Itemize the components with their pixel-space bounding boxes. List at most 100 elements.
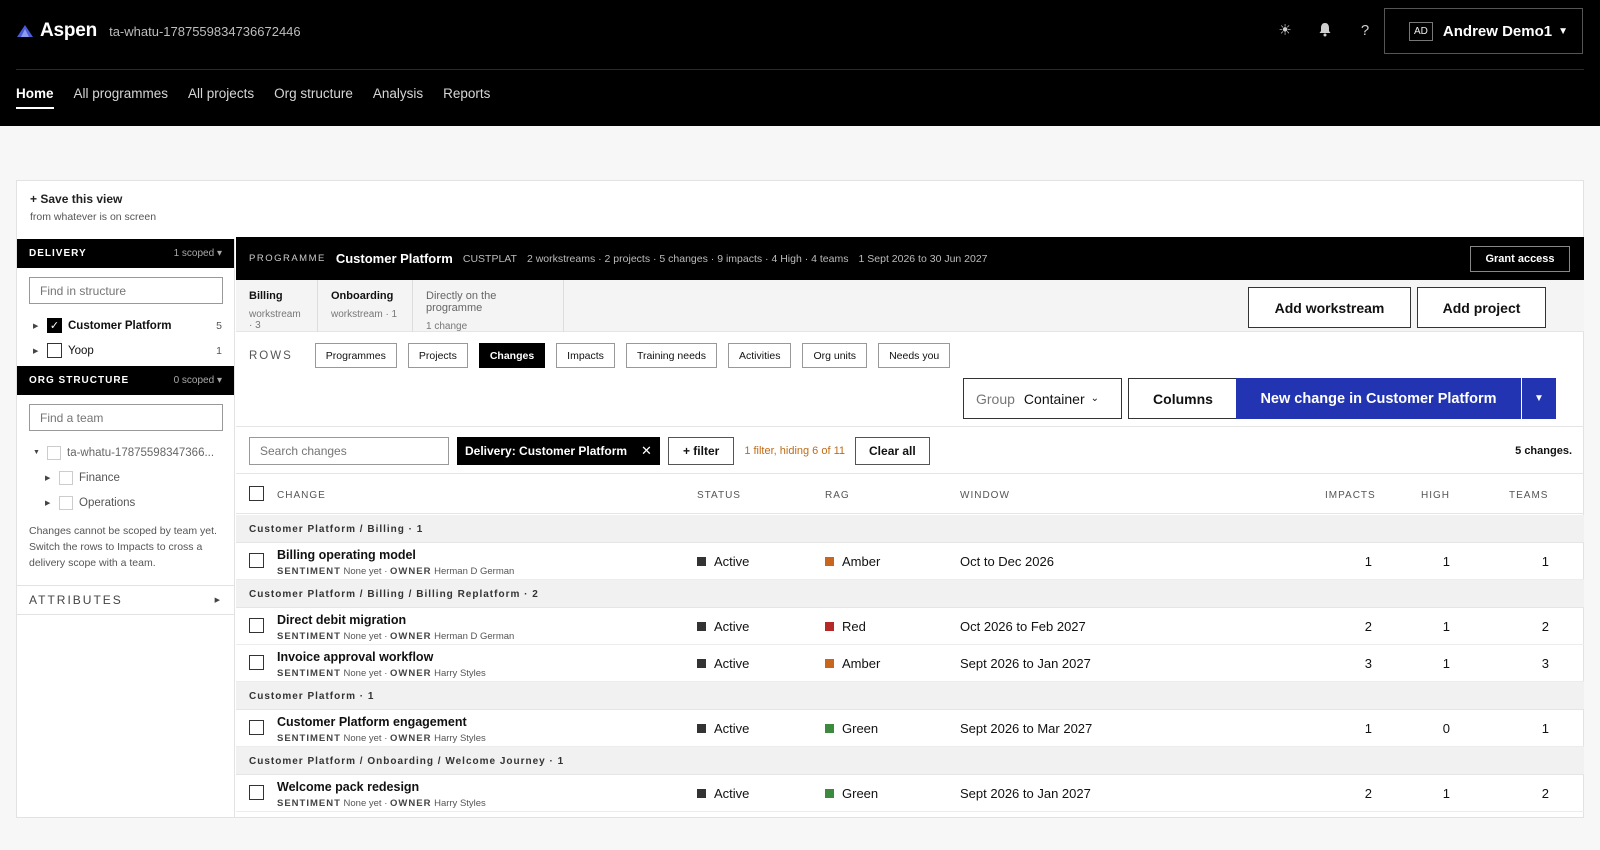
tree-item-yoop[interactable]: ▶ Yoop 1 [17,338,234,363]
workstream-tab-billing[interactable]: Billing workstream · 3 [236,280,318,332]
high-cell: 0 [1442,721,1450,736]
new-change-button[interactable]: New change in Customer Platform [1236,378,1521,419]
add-filter-button[interactable]: + filter [667,436,735,465]
delivery-scoped-toggle[interactable]: 1 scoped ▾ [174,248,222,259]
save-view-button[interactable]: + Save this view [30,192,122,206]
status-cell: Active [697,619,749,634]
rows-chip-needs-you[interactable]: Needs you [878,343,951,368]
collapse-caret-icon[interactable]: ▼ [33,449,47,456]
rag-text: Amber [842,656,881,671]
divider [236,426,1584,427]
select-all-checkbox[interactable] [249,486,264,501]
expand-caret-icon[interactable]: ▶ [45,474,59,482]
nav-analysis[interactable]: Analysis [373,86,423,109]
workstream-tab-direct[interactable]: Directly on the programme 1 change [413,280,564,332]
group-by-select[interactable]: Group Container ⌄ [963,378,1122,419]
delivery-header: DELIVERY 1 scoped ▾ [17,239,234,268]
rows-chip-changes[interactable]: Changes [478,343,546,368]
org-scoped-toggle[interactable]: 0 scoped ▾ [174,375,222,386]
col-impacts[interactable]: IMPACTS [1325,490,1376,501]
col-status[interactable]: STATUS [697,490,741,501]
expand-caret-icon[interactable]: ▶ [33,322,47,330]
nav-reports[interactable]: Reports [443,86,490,109]
row-checkbox[interactable] [249,553,264,568]
org-tree-root[interactable]: ▼ ta-whatu-17875598347366... [17,440,234,465]
aspen-logo-icon [17,25,33,37]
col-teams[interactable]: TEAMS [1509,490,1548,501]
org-tree-operations[interactable]: ▶ Operations [17,490,234,515]
add-workstream-button[interactable]: Add workstream [1248,287,1411,328]
team-search-input[interactable] [29,404,223,431]
close-icon[interactable]: ✕ [641,443,652,459]
sentiment-value: None yet [343,566,382,577]
status-square-icon [697,557,706,566]
checkbox-disabled [59,470,73,485]
grant-access-button[interactable]: Grant access [1470,246,1570,272]
group-label: Group [976,390,1015,407]
col-high[interactable]: HIGH [1421,490,1450,501]
impacts-cell: 2 [1364,786,1372,801]
clear-all-button[interactable]: Clear all [855,436,930,465]
change-name[interactable]: Customer Platform engagement [277,715,467,729]
table-row[interactable]: Invoice approval workflow SENTIMENT None … [236,645,1584,682]
org-structure-title: ORG STRUCTURE [29,375,130,386]
expand-caret-icon[interactable]: ▶ [33,347,47,355]
brand[interactable]: Aspen ta-whatu-1787559834736672446 [16,20,301,42]
row-checkbox[interactable] [249,720,264,735]
workstream-tab-onboarding[interactable]: Onboarding workstream · 1 [318,280,413,332]
row-checkbox[interactable] [249,785,264,800]
col-change[interactable]: CHANGE [277,490,326,501]
user-menu-button[interactable]: AD Andrew Demo1 ▼ [1384,8,1583,54]
expand-caret-icon[interactable]: ▶ [45,499,59,507]
owner-label: OWNER [390,668,432,679]
table-row[interactable]: Customer Platform engagement SENTIMENT No… [236,710,1584,747]
col-window[interactable]: WINDOW [960,490,1010,501]
rag-square-icon [825,557,834,566]
theme-toggle-icon[interactable]: ☀ [1276,22,1294,40]
rows-chip-projects[interactable]: Projects [407,343,468,368]
attributes-section[interactable]: ATTRIBUTES ▶ [17,585,234,615]
rows-chip-training-needs[interactable]: Training needs [625,343,718,368]
teams-cell: 2 [1541,619,1549,634]
nav-org-structure[interactable]: Org structure [274,86,353,109]
checkbox[interactable] [47,343,62,358]
change-name[interactable]: Invoice approval workflow [277,650,433,664]
status-text: Active [714,554,750,569]
workstream-sub: workstream · 3 [249,309,301,331]
checkbox-disabled [59,495,73,510]
table-row[interactable]: Direct debit migration SENTIMENT None yet… [236,608,1584,645]
change-name[interactable]: Billing operating model [277,548,416,562]
help-icon[interactable]: ? [1356,22,1374,40]
columns-button[interactable]: Columns [1128,378,1238,419]
table-row[interactable]: Billing operating model SENTIMENT None ye… [236,543,1584,580]
org-tree-finance[interactable]: ▶ Finance [17,465,234,490]
add-project-button[interactable]: Add project [1417,287,1546,328]
rows-chip-programmes[interactable]: Programmes [314,343,397,368]
caret-down-icon: ▼ [1558,25,1568,37]
workstream-strip: Billing workstream · 3 Onboarding workst… [236,280,1584,332]
checkbox-checked[interactable]: ✓ [47,318,62,333]
row-checkbox[interactable] [249,655,264,670]
status-square-icon [697,724,706,733]
teams-cell: 1 [1541,554,1549,569]
structure-search-input[interactable] [29,277,223,304]
notifications-bell-icon[interactable] [1316,22,1334,40]
change-name[interactable]: Welcome pack redesign [277,780,419,794]
table-row[interactable]: Welcome pack redesign SENTIMENT None yet … [236,775,1584,812]
active-filter-chip[interactable]: Delivery: Customer Platform ✕ [457,436,660,465]
row-checkbox[interactable] [249,618,264,633]
rows-chip-impacts[interactable]: Impacts [556,343,615,368]
new-change-menu-caret-icon[interactable]: ▼ [1522,378,1556,419]
owner-value: Harry Styles [434,668,486,679]
rows-chip-activities[interactable]: Activities [728,343,792,368]
active-filter-label: Delivery: Customer Platform [465,443,628,458]
main-nav: Home All programmes All projects Org str… [16,86,490,109]
col-rag[interactable]: RAG [825,490,850,501]
nav-all-programmes[interactable]: All programmes [74,86,169,109]
tree-item-customer-platform[interactable]: ▶ ✓ Customer Platform 5 [17,313,234,338]
search-changes-input[interactable] [249,436,449,465]
nav-all-projects[interactable]: All projects [188,86,254,109]
nav-home[interactable]: Home [16,86,54,109]
rows-chip-org-units[interactable]: Org units [802,343,868,368]
change-name[interactable]: Direct debit migration [277,613,406,627]
